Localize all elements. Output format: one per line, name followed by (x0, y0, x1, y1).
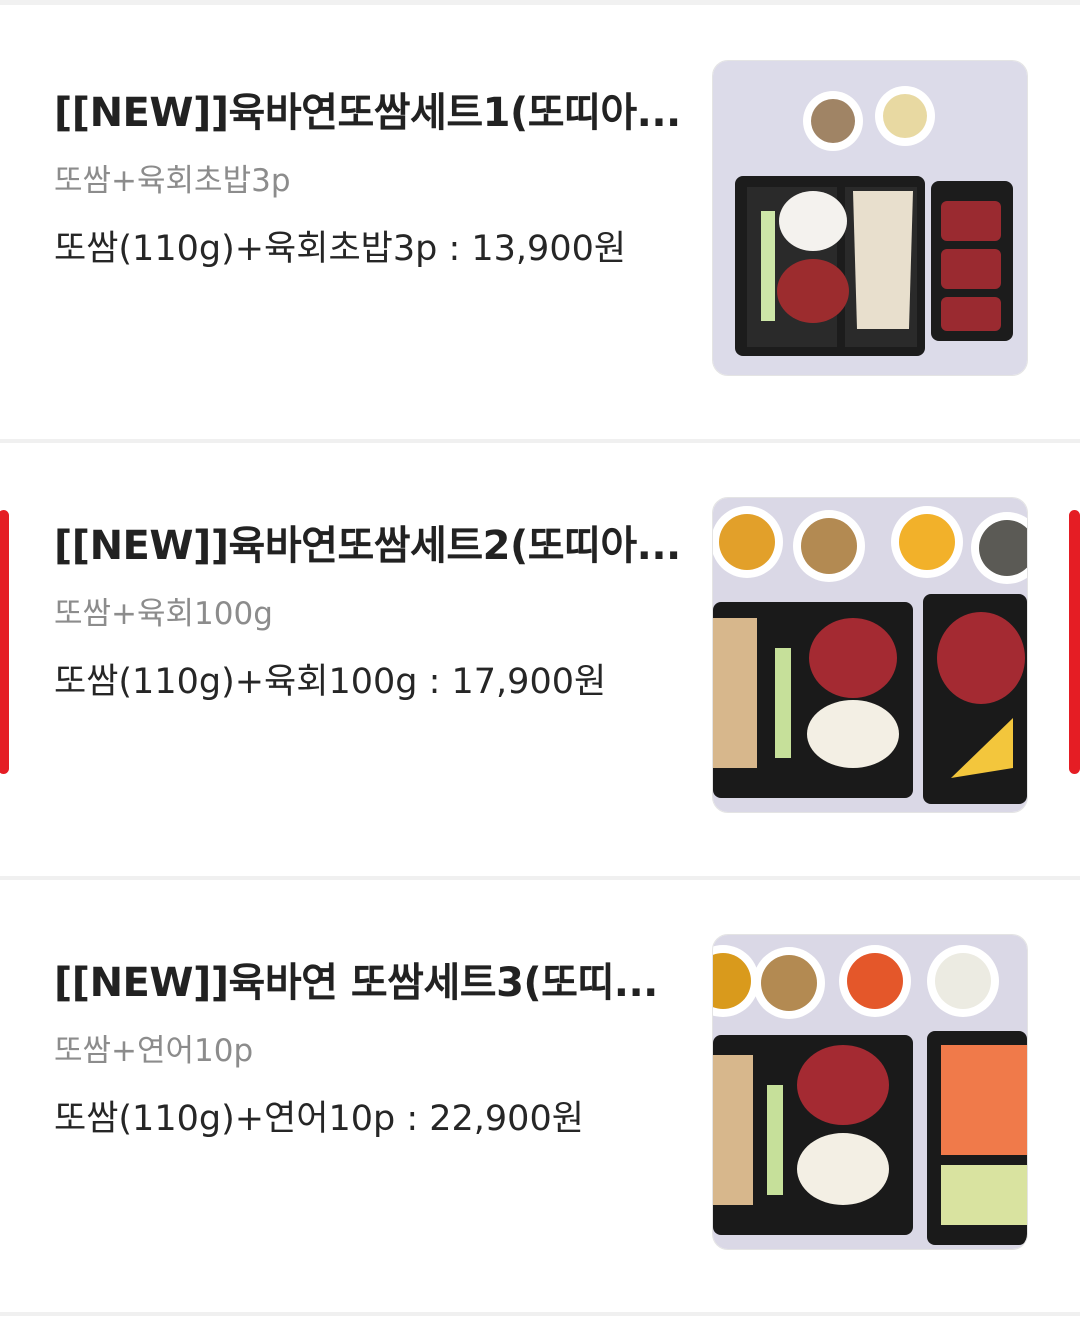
item-price: 또쌈(110g)+육회초밥3p : 13,900원 (54, 229, 627, 269)
item-subtitle: 또쌈+육회초밥3p (54, 163, 291, 199)
item-price: 또쌈(110g)+연어10p : 22,900원 (54, 1099, 584, 1139)
item-title: [[NEW]]육바연 또쌈세트3(또띠... (54, 960, 658, 1006)
menu-item-set-3[interactable]: [[NEW]]육바연 또쌈세트3(또띠... 또쌈+연어10p 또쌈(110g)… (0, 880, 1080, 1312)
item-title: [[NEW]]육바연또쌈세트1(또띠아... (54, 90, 681, 136)
left-scroll-indicator (0, 510, 9, 774)
item-subtitle: 또쌈+연어10p (54, 1033, 254, 1069)
menu-item-set-1[interactable]: [[NEW]]육바연또쌈세트1(또띠아... 또쌈+육회초밥3p 또쌈(110g… (0, 5, 1080, 437)
item-image (712, 934, 1028, 1250)
item-price: 또쌈(110g)+육회100g : 17,900원 (54, 662, 607, 702)
menu-item-set-2[interactable]: [[NEW]]육바연또쌈세트2(또띠아... 또쌈+육회100g 또쌈(110g… (0, 443, 1080, 875)
item-subtitle: 또쌈+육회100g (54, 596, 273, 632)
item-title: [[NEW]]육바연또쌈세트2(또띠아... (54, 523, 681, 569)
right-scroll-indicator (1069, 510, 1080, 774)
item-image (712, 60, 1028, 376)
item-image (712, 497, 1028, 813)
item-divider (0, 1312, 1080, 1316)
